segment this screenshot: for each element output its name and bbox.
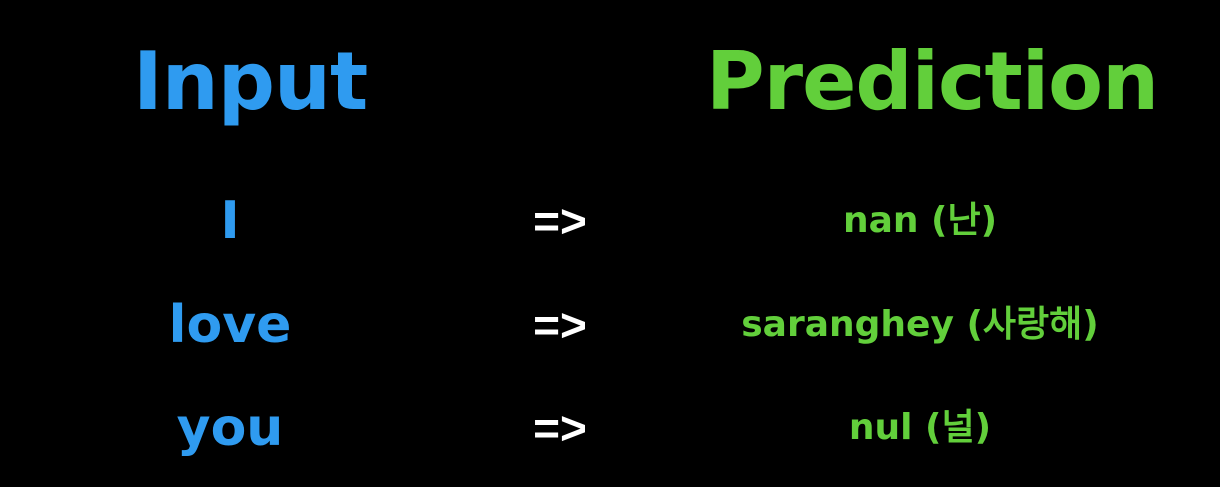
slide: Input Prediction I => nan (난) love => sa…: [0, 0, 1220, 487]
input-word: I: [220, 191, 240, 251]
arrow: =>: [533, 195, 587, 247]
arrow: =>: [533, 299, 587, 351]
input-word: love: [168, 295, 292, 355]
prediction-word: nul (널): [848, 407, 992, 448]
translation-row: you => nul (널): [0, 393, 1220, 463]
translation-row: I => nan (난): [0, 186, 1220, 256]
arrow: =>: [533, 402, 587, 454]
prediction-header: Prediction: [706, 35, 1159, 128]
prediction-word: nan (난): [842, 200, 998, 241]
translation-row: love => saranghey (사랑해): [0, 290, 1220, 360]
input-word: you: [176, 398, 284, 458]
input-header: Input: [133, 35, 368, 128]
prediction-word: saranghey (사랑해): [741, 304, 1099, 345]
